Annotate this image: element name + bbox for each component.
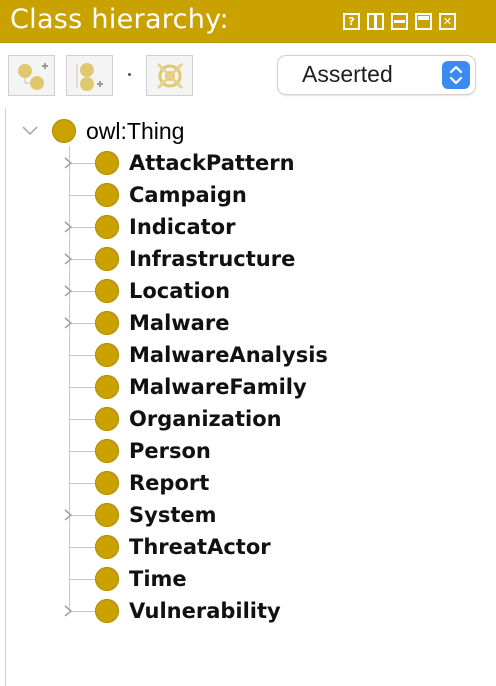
tree-item-label: MalwareFamily: [129, 375, 307, 399]
toolbar-separator: [128, 73, 131, 76]
delete-class-icon: [156, 62, 184, 90]
tree-item[interactable]: Vulnerability: [95, 596, 281, 626]
tree-item-label: Malware: [129, 311, 230, 335]
add-subclass-icon: [18, 63, 48, 90]
class-node-icon: [95, 407, 119, 431]
tree-item[interactable]: Campaign: [95, 180, 247, 210]
tree-item[interactable]: Organization: [95, 404, 282, 434]
tree-connector-line: [69, 146, 70, 610]
toolbar: Asserted: [0, 43, 496, 106]
tree-item[interactable]: Infrastructure: [95, 244, 295, 274]
add-sibling-class-button[interactable]: [66, 55, 113, 96]
help-icon[interactable]: ?: [343, 13, 360, 30]
tree-item[interactable]: MalwareFamily: [95, 372, 307, 402]
class-node-icon: [95, 343, 119, 367]
select-value: Asserted: [302, 61, 393, 87]
tree-item[interactable]: Malware: [95, 308, 229, 338]
chevron-right-icon[interactable]: [62, 157, 74, 169]
chevron-right-icon[interactable]: [62, 605, 74, 617]
tree-item-label: MalwareAnalysis: [129, 343, 328, 367]
chevron-right-icon[interactable]: [62, 285, 74, 297]
tree-item-label: System: [129, 503, 217, 527]
class-node-icon: [95, 311, 119, 335]
tree-branch-line: [69, 483, 97, 484]
chevron-right-icon[interactable]: [62, 317, 74, 329]
class-node-icon: [95, 183, 119, 207]
class-node-icon: [95, 215, 119, 239]
panel-title: Class hierarchy:: [10, 4, 229, 35]
class-node-icon: [95, 471, 119, 495]
class-node-icon: [95, 567, 119, 591]
tree-branch-line: [69, 355, 97, 356]
tree-item-label: ThreatActor: [129, 535, 271, 559]
chevron-right-icon[interactable]: [62, 253, 74, 265]
minimize-icon[interactable]: [391, 13, 408, 30]
tree-branch-line: [69, 195, 97, 196]
class-node-icon: [95, 247, 119, 271]
tree-item-label: Organization: [129, 407, 282, 431]
class-node-icon: [95, 503, 119, 527]
class-hierarchy-panel: Class hierarchy: ? ✕ Asserted owl:Thing …: [0, 0, 496, 686]
maximize-icon[interactable]: [415, 13, 432, 30]
tree-item-label: Time: [129, 567, 187, 591]
tree-item-label: Report: [129, 471, 210, 495]
tree-item-label: Location: [129, 279, 231, 303]
window-buttons: ? ✕: [343, 13, 456, 30]
tree-item[interactable]: Location: [95, 276, 230, 306]
tree-item[interactable]: Indicator: [95, 212, 235, 242]
tree-item[interactable]: MalwareAnalysis: [95, 340, 328, 370]
class-node-icon: [95, 535, 119, 559]
tree-item-label: AttackPattern: [129, 151, 295, 175]
tree-item-label: Campaign: [129, 183, 247, 207]
tree-branch-line: [69, 547, 97, 548]
tree-branch-line: [69, 419, 97, 420]
select-arrows-icon: [442, 61, 470, 89]
tree-root[interactable]: owl:Thing: [20, 116, 184, 146]
tree-item-label: Vulnerability: [129, 599, 281, 623]
class-node-icon: [95, 279, 119, 303]
tree-branch-line: [69, 387, 97, 388]
tree-item[interactable]: Person: [95, 436, 211, 466]
class-node-icon: [95, 375, 119, 399]
tree-item[interactable]: AttackPattern: [95, 148, 295, 178]
tree-item[interactable]: Time: [95, 564, 187, 594]
tree-item[interactable]: System: [95, 500, 216, 530]
close-icon[interactable]: ✕: [439, 13, 456, 30]
class-node-icon: [95, 599, 119, 623]
hierarchy-view-select[interactable]: Asserted: [278, 56, 475, 94]
add-subclass-button[interactable]: [8, 55, 55, 96]
tree-item-label: Indicator: [129, 215, 236, 239]
class-tree: owl:Thing AttackPattern Campaign Indicator…: [5, 108, 492, 686]
chevron-right-icon[interactable]: [62, 509, 74, 521]
tree-item[interactable]: Report: [95, 468, 209, 498]
tree-branch-line: [69, 451, 97, 452]
panel-title-bar: Class hierarchy: ? ✕: [0, 0, 496, 43]
tree-item-label: Infrastructure: [129, 247, 296, 271]
delete-class-button[interactable]: [146, 55, 193, 96]
tree-root-label: owl:Thing: [86, 117, 185, 144]
class-node-icon: [95, 151, 119, 175]
class-node-icon: [95, 439, 119, 463]
chevron-right-icon[interactable]: [62, 221, 74, 233]
tree-branch-line: [69, 579, 97, 580]
tree-item[interactable]: ThreatActor: [95, 532, 271, 562]
tree-item-label: Person: [129, 439, 211, 463]
add-sibling-class-icon: [76, 63, 103, 91]
class-node-icon: [52, 119, 76, 143]
split-view-icon[interactable]: [367, 13, 384, 30]
chevron-down-icon[interactable]: [20, 125, 40, 137]
